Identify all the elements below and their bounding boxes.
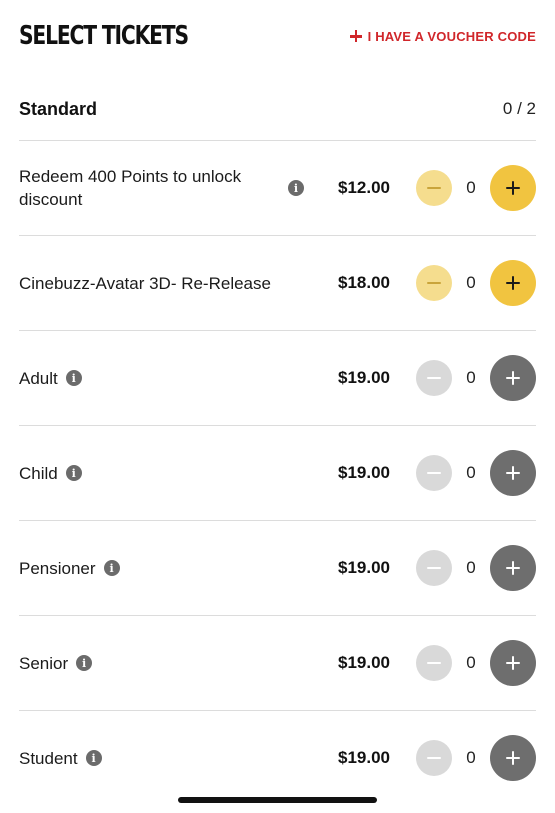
decrement-button[interactable] (416, 740, 452, 776)
quantity-stepper: 0 (416, 640, 536, 686)
ticket-price: $12.00 (338, 178, 390, 197)
ticket-price: $19.00 (338, 368, 390, 387)
minus-icon (427, 566, 441, 570)
quantity-value: 0 (466, 368, 476, 387)
minus-icon (427, 186, 441, 190)
ticket-row: Senior i $19.00 0 (19, 616, 536, 711)
minus-icon (427, 471, 441, 475)
minus-icon (427, 756, 441, 760)
ticket-price: $18.00 (338, 273, 390, 292)
section-title: Standard (19, 98, 98, 119)
page-title: SELECT TICKETS (19, 21, 189, 51)
quantity-value: 0 (466, 558, 476, 577)
ticket-price: $19.00 (338, 653, 390, 672)
quantity-stepper: 0 (416, 355, 536, 401)
increment-button[interactable] (490, 735, 536, 781)
ticket-row: Redeem 400 Points to unlock discount i $… (19, 141, 536, 236)
header: SELECT TICKETS I HAVE A VOUCHER CODE (19, 18, 536, 54)
ticket-name: Redeem 400 Points to unlock discount (19, 167, 242, 209)
home-indicator (178, 797, 377, 803)
quantity-value: 0 (466, 463, 476, 482)
decrement-button[interactable] (416, 550, 452, 586)
ticket-name: Adult (19, 368, 58, 388)
info-icon[interactable]: i (76, 655, 93, 671)
info-icon[interactable]: i (85, 750, 102, 766)
ticket-list: Redeem 400 Points to unlock discount i $… (19, 141, 536, 805)
minus-icon (427, 376, 441, 380)
increment-button[interactable] (490, 450, 536, 496)
minus-icon (427, 281, 441, 285)
quantity-value: 0 (466, 653, 476, 672)
quantity-value: 0 (466, 273, 476, 292)
ticket-price: $19.00 (338, 558, 390, 577)
quantity-value: 0 (466, 178, 476, 197)
decrement-button[interactable] (416, 170, 452, 206)
quantity-value: 0 (466, 748, 476, 767)
info-icon[interactable]: i (65, 465, 82, 481)
quantity-stepper: 0 (416, 165, 536, 211)
quantity-stepper: 0 (416, 545, 536, 591)
quantity-stepper: 0 (416, 260, 536, 306)
plus-icon (349, 30, 362, 42)
ticket-name: Student (19, 748, 78, 768)
info-icon[interactable]: i (103, 560, 120, 576)
ticket-name: Child (19, 463, 58, 483)
ticket-name: Pensioner (19, 558, 96, 578)
increment-button[interactable] (490, 260, 536, 306)
ticket-row: Child i $19.00 0 (19, 426, 536, 521)
ticket-name: Cinebuzz-Avatar 3D- Re-Release (19, 273, 271, 293)
increment-button[interactable] (490, 355, 536, 401)
increment-button[interactable] (490, 640, 536, 686)
info-icon[interactable]: i (288, 180, 304, 196)
decrement-button[interactable] (416, 455, 452, 491)
increment-button[interactable] (490, 545, 536, 591)
voucher-code-label: I HAVE A VOUCHER CODE (367, 28, 536, 44)
section-header: Standard 0 / 2 (19, 92, 536, 141)
info-icon[interactable]: i (65, 370, 82, 386)
quantity-stepper: 0 (416, 735, 536, 781)
quantity-stepper: 0 (416, 450, 536, 496)
ticket-name: Senior (19, 653, 69, 673)
ticket-price: $19.00 (338, 463, 390, 482)
section-count: 0 / 2 (502, 99, 536, 118)
ticket-price: $19.00 (338, 748, 390, 767)
ticket-row: Student i $19.00 0 (19, 711, 536, 805)
ticket-row: Adult i $19.00 0 (19, 331, 536, 426)
decrement-button[interactable] (416, 265, 452, 301)
decrement-button[interactable] (416, 360, 452, 396)
voucher-code-link[interactable]: I HAVE A VOUCHER CODE (349, 28, 536, 44)
ticket-row: Cinebuzz-Avatar 3D- Re-Release $18.00 0 (19, 236, 536, 331)
minus-icon (427, 661, 441, 665)
ticket-row: Pensioner i $19.00 0 (19, 521, 536, 616)
increment-button[interactable] (490, 165, 536, 211)
decrement-button[interactable] (416, 645, 452, 681)
